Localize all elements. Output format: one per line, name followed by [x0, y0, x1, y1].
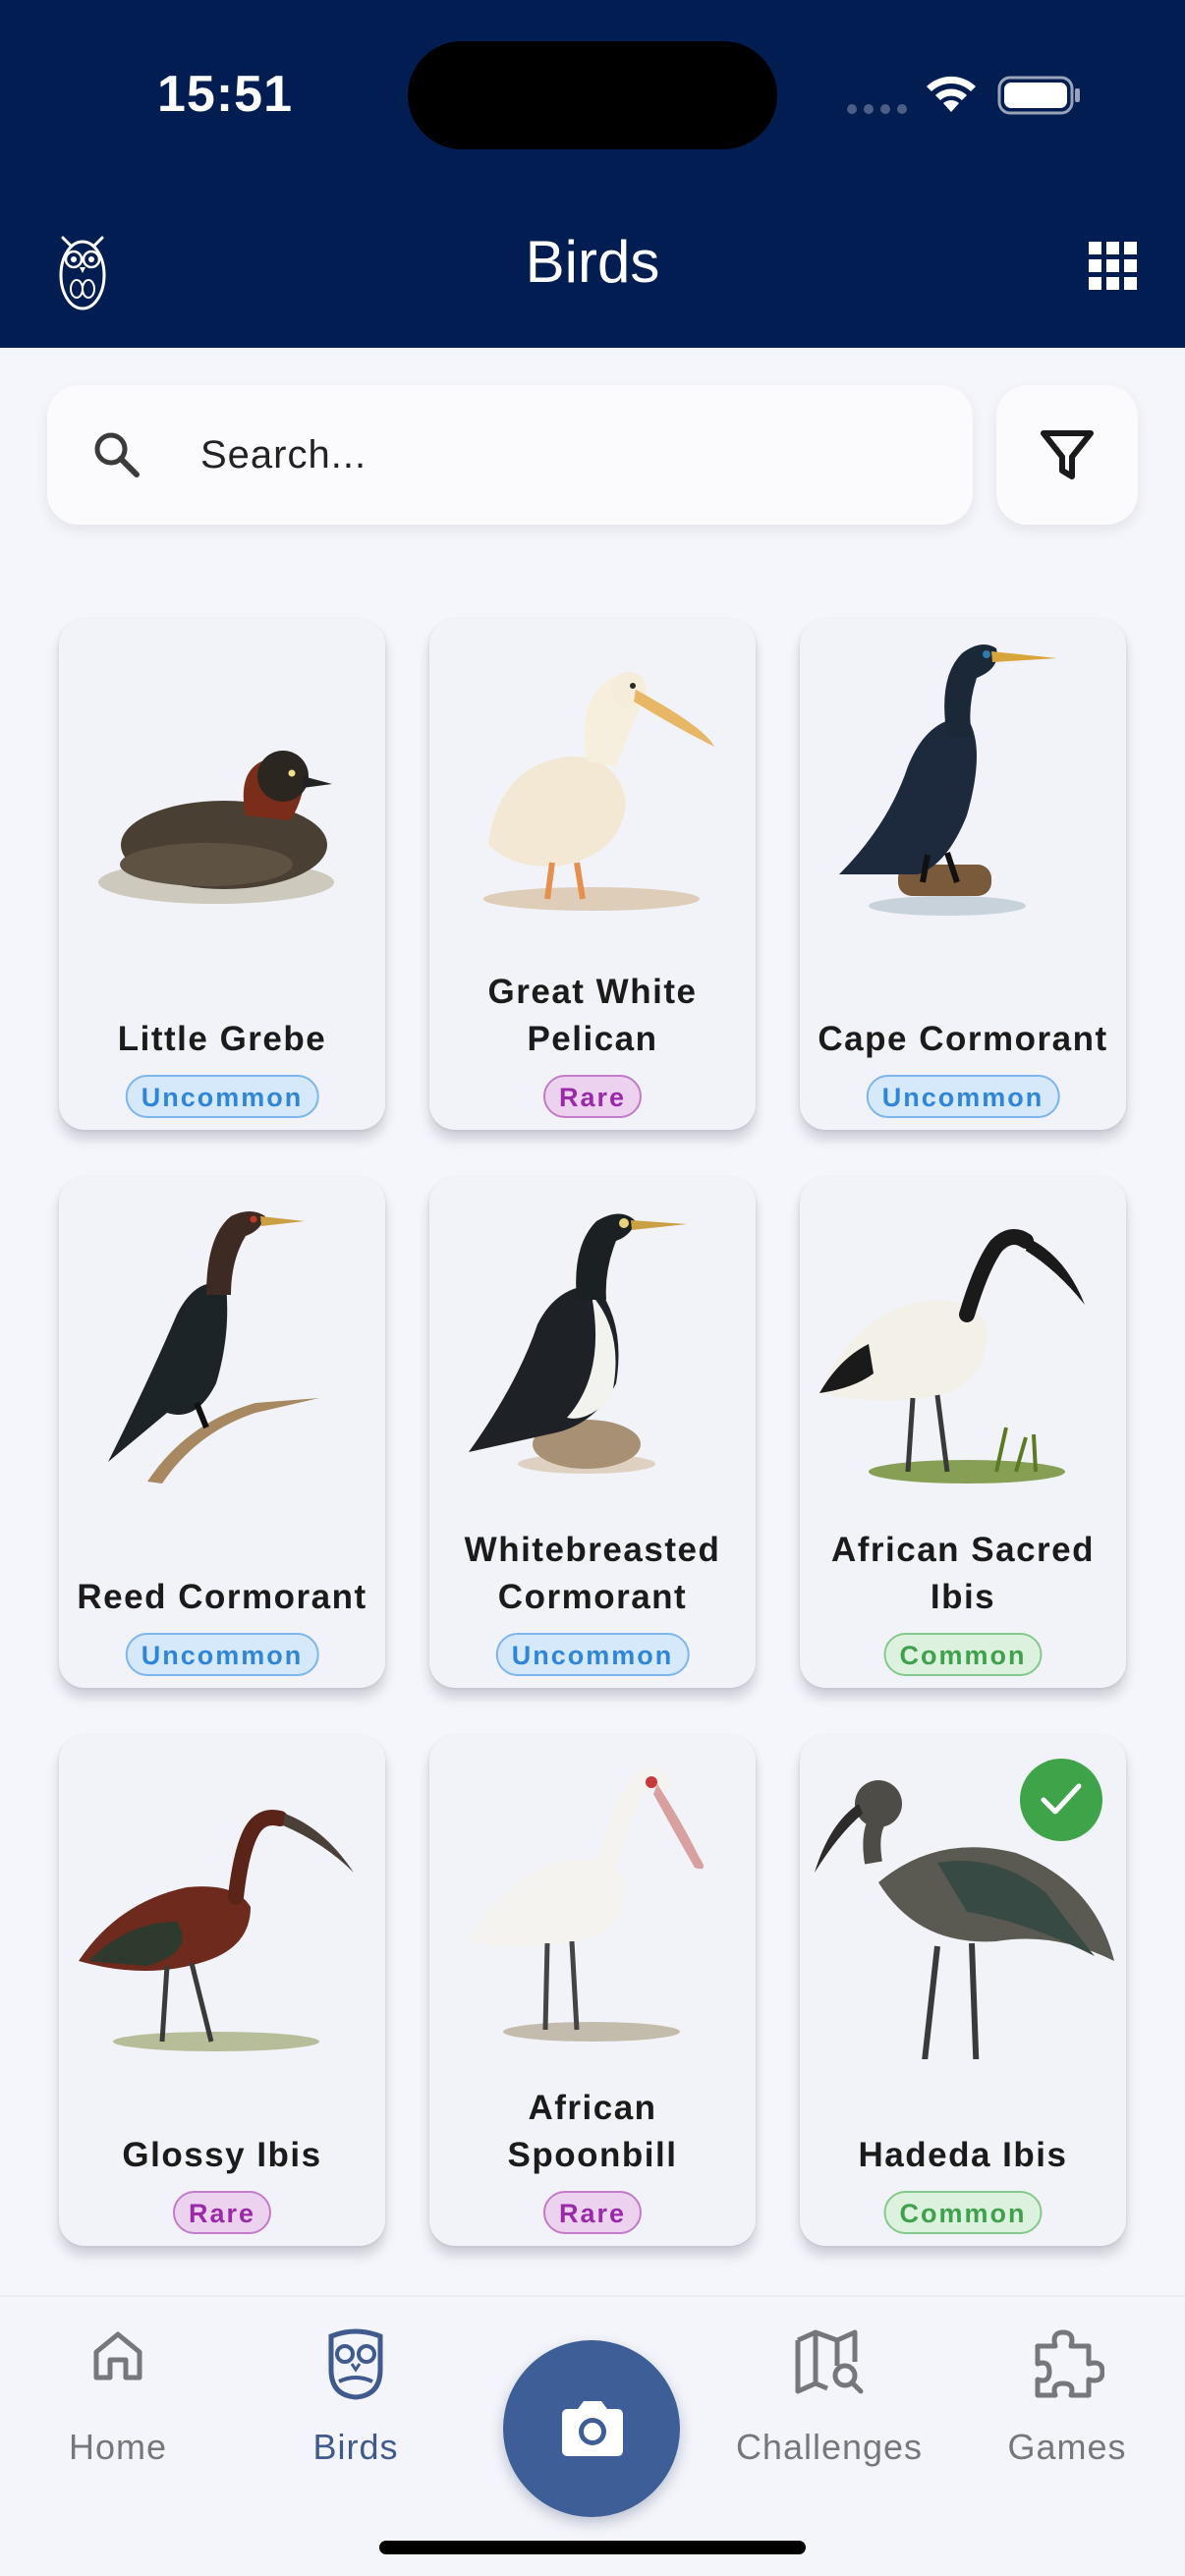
search-icon	[94, 432, 140, 477]
home-icon	[93, 2331, 142, 2380]
bird-name: Reed Cormorant	[77, 1578, 367, 1616]
bird-name: Cape Cormorant	[818, 1020, 1108, 1058]
grid-icon[interactable]	[1089, 242, 1138, 291]
bird-name: Great White Pelican	[487, 973, 698, 1058]
filter-icon	[1041, 430, 1094, 479]
rarity-badge: Uncommon	[125, 1633, 319, 1676]
bird-card[interactable]: Whitebreasted Cormorant Uncommon	[429, 1177, 756, 1688]
app-header: 15:51 Birds	[0, 0, 1185, 348]
rarity-badge: Common	[883, 1633, 1043, 1676]
bird-image-whitebreasted-cormorant	[469, 1213, 687, 1474]
check-icon	[1041, 1783, 1082, 1815]
nav-label-home: Home	[68, 2427, 168, 2467]
bird-name: African Sacred Ibis	[830, 1531, 1096, 1616]
bird-card[interactable]: Great White Pelican Rare	[429, 619, 756, 1130]
home-indicator	[379, 2541, 806, 2554]
search-bar	[47, 385, 973, 525]
bird-card[interactable]: Cape Cormorant Uncommon	[800, 619, 1126, 1130]
nav-item-birds[interactable]: Birds	[248, 2297, 464, 2493]
nav-item-home[interactable]: Home	[10, 2297, 226, 2493]
bird-image-little-grebe	[98, 751, 334, 904]
search-input[interactable]	[200, 420, 928, 489]
bird-image-african-sacred-ibis	[819, 1229, 1085, 1484]
puzzle-icon	[1035, 2329, 1104, 2398]
camera-icon	[562, 2401, 623, 2456]
bird-card[interactable]: African Sacred Ibis Common	[800, 1177, 1126, 1688]
map-search-icon	[795, 2329, 864, 2394]
bird-image-reed-cormorant	[108, 1211, 319, 1484]
nav-label-games: Games	[1007, 2427, 1127, 2467]
bird-image-great-white-pelican	[483, 672, 714, 911]
rarity-badge: Rare	[542, 2191, 643, 2234]
seen-check-badge	[1020, 1759, 1102, 1841]
bird-name: Glossy Ibis	[122, 2136, 322, 2174]
camera-button[interactable]	[503, 2340, 680, 2517]
bird-card[interactable]: Hadeda Ibis Common	[800, 1735, 1126, 2246]
bird-name: Whitebreasted Cormorant	[464, 1531, 721, 1616]
rarity-badge: Common	[883, 2191, 1043, 2234]
dynamic-island	[408, 41, 777, 149]
bird-card[interactable]: Reed Cormorant Uncommon	[59, 1177, 385, 1688]
bird-image-cape-cormorant	[839, 644, 1057, 916]
nav-item-games[interactable]: Games	[959, 2297, 1175, 2493]
cellular-signal-icon	[847, 104, 907, 114]
rarity-badge: Rare	[172, 2191, 272, 2234]
nav-label-challenges: Challenges	[735, 2427, 924, 2467]
bird-image-african-spoonbill	[469, 1766, 704, 2042]
bird-name: Little Grebe	[117, 1020, 327, 1058]
nav-item-challenges[interactable]: Challenges	[721, 2297, 937, 2493]
battery-icon	[997, 76, 1080, 115]
wifi-icon	[927, 76, 976, 112]
bird-name: Hadeda Ibis	[858, 2136, 1068, 2174]
bird-card[interactable]: Glossy Ibis Rare	[59, 1735, 385, 2246]
bird-image-glossy-ibis	[79, 1810, 354, 2051]
bird-card[interactable]: Little Grebe Uncommon	[59, 619, 385, 1130]
rarity-badge: Uncommon	[866, 1075, 1060, 1118]
bird-grid: Little Grebe Uncommon Great White Pelica…	[59, 619, 1126, 2246]
status-time: 15:51	[157, 66, 293, 123]
bird-name: African Spoonbill	[507, 2089, 678, 2174]
page-title: Birds	[525, 229, 660, 295]
rarity-badge: Rare	[542, 1075, 643, 1118]
bird-card[interactable]: African Spoonbill Rare	[429, 1735, 756, 2246]
filter-button[interactable]	[996, 385, 1138, 525]
owl-icon	[328, 2328, 383, 2400]
rarity-badge: Uncommon	[495, 1633, 690, 1676]
rarity-badge: Uncommon	[125, 1075, 319, 1118]
nav-label-birds: Birds	[312, 2427, 399, 2467]
